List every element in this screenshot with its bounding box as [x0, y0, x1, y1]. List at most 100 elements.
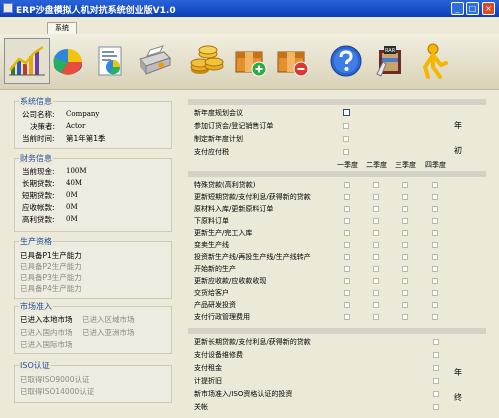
- quarter-task-checkbox[interactable]: [373, 254, 379, 260]
- task-pay-tax: 支付应付税: [194, 148, 229, 156]
- quarter-task-checkbox[interactable]: [432, 290, 438, 296]
- checkbox-maintenance[interactable]: [433, 352, 439, 358]
- quarter-task-checkbox[interactable]: [432, 218, 438, 224]
- close-button[interactable]: ×: [482, 2, 495, 15]
- archive-button[interactable]: RAR: [367, 38, 413, 84]
- checkbox-long-loan[interactable]: [433, 339, 439, 345]
- quarter-task-checkbox[interactable]: [402, 242, 408, 248]
- help-icon: [328, 43, 364, 79]
- quarter-task-checkbox[interactable]: [373, 302, 379, 308]
- checkbox-order-meeting[interactable]: [343, 123, 349, 129]
- print-button[interactable]: [130, 38, 176, 84]
- quarter-task-checkbox[interactable]: [344, 266, 350, 272]
- quarter-task-checkbox[interactable]: [373, 206, 379, 212]
- aim-button[interactable]: [410, 38, 456, 84]
- tab-system[interactable]: 系统: [47, 22, 77, 34]
- quarter-task-checkbox[interactable]: [402, 314, 408, 320]
- coins-button[interactable]: [184, 38, 230, 84]
- quarter-task-checkbox[interactable]: [402, 230, 408, 236]
- time-label: 当前时间:: [22, 134, 55, 143]
- line-chart-icon: [8, 44, 46, 78]
- quarter-task-checkbox[interactable]: [432, 278, 438, 284]
- quarter-task-checkbox[interactable]: [344, 290, 350, 296]
- section-separator: [188, 99, 486, 105]
- report-button[interactable]: [87, 38, 133, 84]
- task-market-iso: 新市场准入/ISO资格认证的投资: [194, 390, 293, 398]
- quarter-task-checkbox[interactable]: [344, 254, 350, 260]
- quarter-task-checkbox[interactable]: [402, 254, 408, 260]
- quarter-task-checkbox[interactable]: [402, 278, 408, 284]
- p2-qual: 已具备P2生产能力: [20, 262, 82, 271]
- quarter-task-checkbox[interactable]: [432, 182, 438, 188]
- quarter-task-checkbox[interactable]: [373, 218, 379, 224]
- quarter-task-checkbox[interactable]: [344, 278, 350, 284]
- local-market: 已进入本地市场: [20, 315, 73, 324]
- remove-inventory-button[interactable]: [269, 38, 315, 84]
- task-order-meeting: 参加订货会/登记销售订单: [194, 122, 274, 130]
- quarter-task-checkbox[interactable]: [344, 314, 350, 320]
- checkbox-year-plan[interactable]: [343, 136, 349, 142]
- quarter-task-checkbox[interactable]: [402, 266, 408, 272]
- quarter-task-checkbox[interactable]: [373, 266, 379, 272]
- quarter-task-checkbox[interactable]: [402, 194, 408, 200]
- quarter-task-checkbox[interactable]: [432, 242, 438, 248]
- task-admin-fee: 支付行政管理费用: [194, 313, 250, 321]
- maximize-button[interactable]: □: [466, 2, 479, 15]
- quarter-task-checkbox[interactable]: [432, 194, 438, 200]
- checkbox-year-planning[interactable]: [343, 109, 350, 116]
- quarter-task-checkbox[interactable]: [402, 302, 408, 308]
- add-inventory-button[interactable]: [227, 38, 273, 84]
- quarter-task-checkbox[interactable]: [432, 314, 438, 320]
- quarter-task-checkbox[interactable]: [344, 302, 350, 308]
- quarter-task-checkbox[interactable]: [373, 314, 379, 320]
- short-loan-value: 0M: [66, 191, 78, 199]
- quarter-task-checkbox[interactable]: [373, 194, 379, 200]
- quarter-task-checkbox[interactable]: [402, 182, 408, 188]
- quarter-task-checkbox[interactable]: [402, 206, 408, 212]
- quarter-task-checkbox[interactable]: [344, 194, 350, 200]
- quarter-task-checkbox[interactable]: [344, 242, 350, 248]
- usury-loan-value: 0M: [66, 215, 78, 223]
- quarter-task-checkbox[interactable]: [402, 218, 408, 224]
- task-close-books: 关帐: [194, 403, 208, 411]
- pie-chart-button[interactable]: [46, 38, 92, 84]
- task-deliver: 交货给客户: [194, 289, 229, 297]
- remove-box-icon: [274, 44, 310, 78]
- quarter-task-checkbox[interactable]: [432, 266, 438, 272]
- quarter-task-checkbox[interactable]: [373, 278, 379, 284]
- checkbox-depreciation[interactable]: [433, 378, 439, 384]
- checkbox-pay-tax[interactable]: [343, 149, 349, 155]
- quarter-task-checkbox[interactable]: [373, 182, 379, 188]
- quarter-task-checkbox[interactable]: [432, 230, 438, 236]
- quarter-task-checkbox[interactable]: [344, 206, 350, 212]
- p4-qual: 已具备P4生产能力: [20, 284, 82, 293]
- quarter-task-checkbox[interactable]: [373, 290, 379, 296]
- cash-value: 100M: [66, 167, 87, 175]
- quarter-task-checkbox[interactable]: [373, 242, 379, 248]
- system-info-title: 系统信息: [19, 96, 53, 107]
- quarter-task-checkbox[interactable]: [373, 230, 379, 236]
- section-separator: [188, 171, 486, 177]
- checkbox-market-iso[interactable]: [433, 391, 439, 397]
- market-entry-title: 市场准入: [19, 301, 53, 312]
- task-rnd: 产品研发投资: [194, 301, 236, 309]
- quarter-task-checkbox[interactable]: [344, 218, 350, 224]
- quarter-task-checkbox[interactable]: [344, 230, 350, 236]
- task-material-order: 下原料订单: [194, 217, 229, 225]
- coins-icon: [188, 43, 226, 79]
- year-start-note-year: 年: [454, 121, 462, 130]
- quarter-task-checkbox[interactable]: [402, 290, 408, 296]
- finance-info-title: 财务信息: [19, 153, 53, 164]
- help-button[interactable]: [323, 38, 369, 84]
- quarter-task-checkbox[interactable]: [344, 182, 350, 188]
- quarter-task-checkbox[interactable]: [432, 302, 438, 308]
- minimize-button[interactable]: _: [451, 2, 464, 15]
- quarter-task-checkbox[interactable]: [432, 206, 438, 212]
- asia-market: 已进入亚洲市场: [82, 328, 135, 337]
- checkbox-rent[interactable]: [433, 365, 439, 371]
- task-material-in: 原材料入库/更新原料订单: [194, 205, 274, 213]
- quarter-1-header: 一季度: [337, 161, 358, 169]
- line-chart-button[interactable]: [4, 38, 50, 84]
- checkbox-close-books[interactable]: [433, 404, 439, 410]
- quarter-task-checkbox[interactable]: [432, 254, 438, 260]
